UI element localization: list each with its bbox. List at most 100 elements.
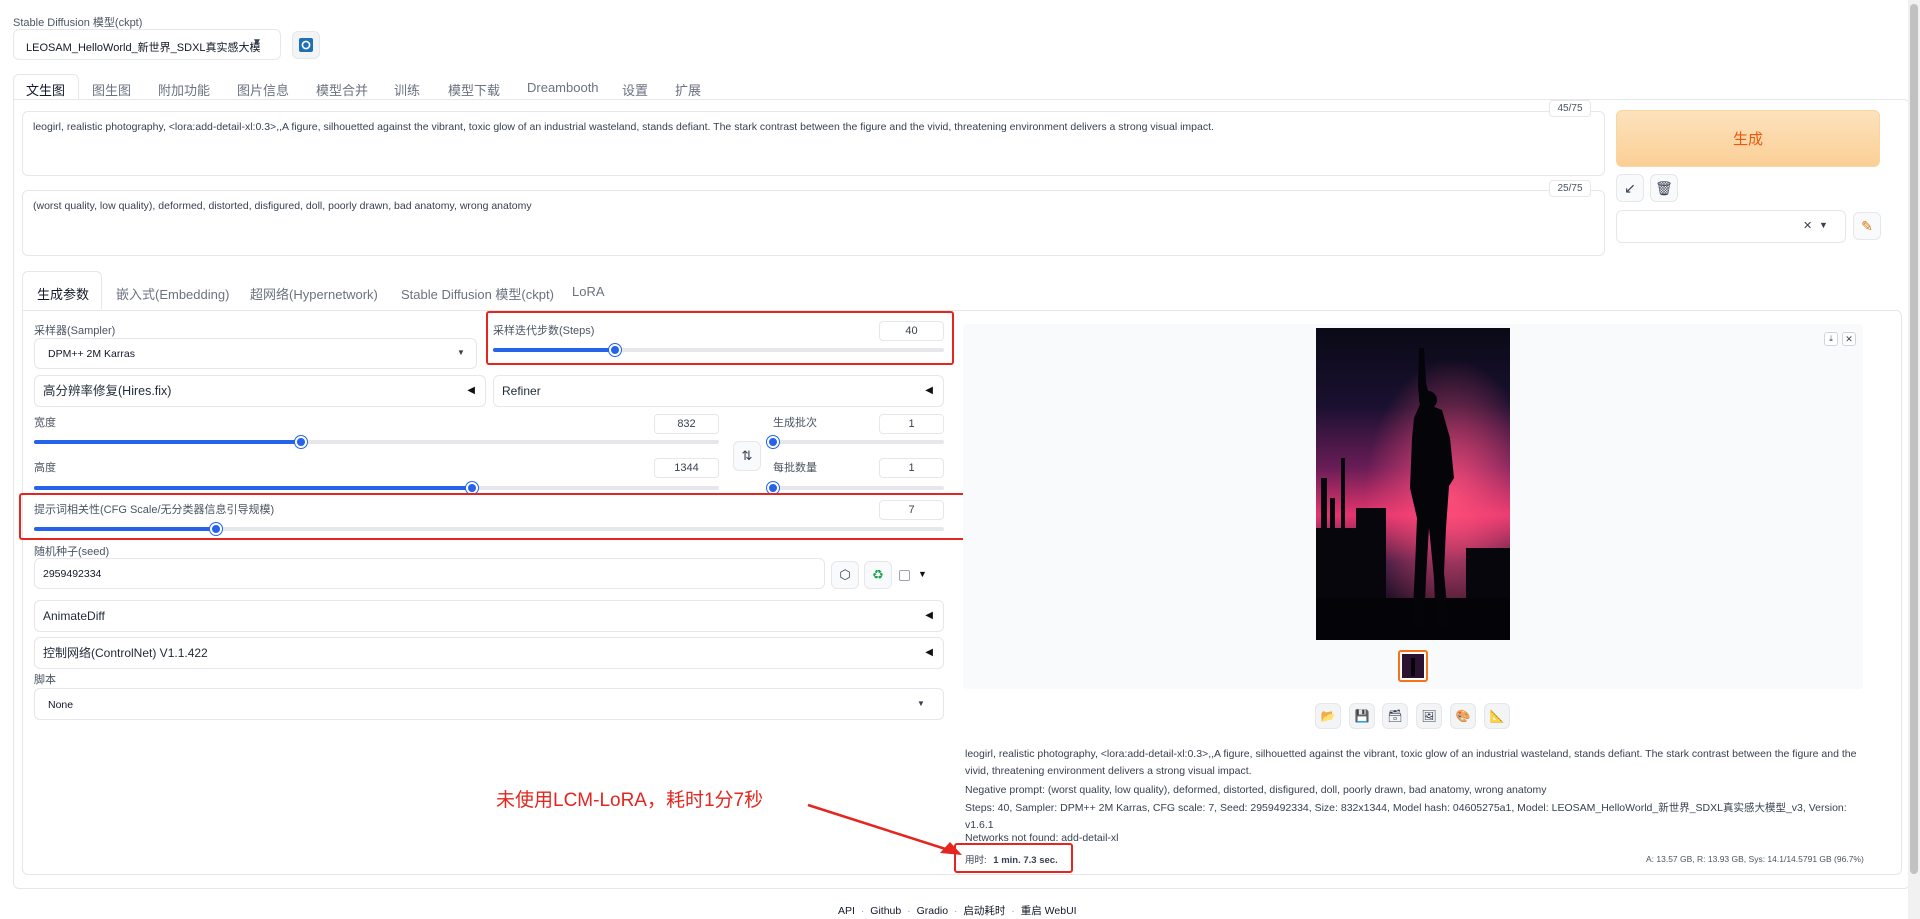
collapse-triangle-icon: ◀: [925, 610, 933, 621]
subtab-checkpoints[interactable]: Stable Diffusion 模型(ckpt): [401, 284, 554, 303]
width-slider-fill: [34, 440, 302, 444]
download-icon[interactable]: ⤓: [1824, 332, 1838, 346]
trash-icon: 🗑: [1655, 179, 1673, 196]
model-label: Stable Diffusion 模型(ckpt): [13, 17, 143, 29]
send-to-extras-button[interactable]: 📐: [1484, 703, 1510, 729]
prompt-textarea[interactable]: leogirl, realistic photography, <lora:ad…: [22, 111, 1605, 176]
time-highlight: [954, 843, 1073, 873]
tab-train[interactable]: 训练: [394, 80, 420, 99]
chevron-down-icon: ▼: [917, 699, 925, 708]
negative-prompt-textarea[interactable]: (worst quality, low quality), deformed, …: [22, 190, 1605, 256]
subtab-lora[interactable]: LoRA: [572, 284, 605, 299]
animatediff-accordion[interactable]: AnimateDiff ◀: [34, 600, 944, 632]
model-dropdown[interactable]: LEOSAM_HelloWorld_新世界_SDXL真实感大模 ▼: [13, 29, 281, 60]
output-networks: Networks not found: add-detail-xl: [965, 832, 1119, 844]
swap-dimensions-button[interactable]: ⇅: [733, 441, 761, 471]
controlnet-accordion[interactable]: 控制网络(ControlNet) V1.1.422 ◀: [34, 637, 944, 669]
negative-prompt-text: (worst quality, low quality), deformed, …: [33, 200, 532, 212]
subtab-embedding[interactable]: 嵌入式(Embedding): [116, 284, 229, 303]
batch-count-label: 生成批次: [773, 417, 817, 429]
gallery-thumbnail[interactable]: [1398, 650, 1428, 682]
height-label: 高度: [34, 462, 56, 474]
subtab-hypernetwork[interactable]: 超网络(Hypernetwork): [250, 284, 378, 303]
negative-token-counter: 25/75: [1549, 180, 1591, 197]
footer-startup-link[interactable]: 启动耗时: [963, 905, 1005, 917]
chevron-down-icon: ▼: [457, 348, 465, 357]
random-seed-button[interactable]: ⬡: [831, 561, 859, 589]
recycle-icon: ♻: [872, 567, 884, 582]
sampler-dropdown[interactable]: DPM++ 2M Karras ▼: [34, 338, 477, 369]
styles-dropdown[interactable]: ✕ ▼: [1616, 210, 1846, 243]
chevron-down-icon: ▼: [1819, 220, 1828, 230]
footer-gradio-link[interactable]: Gradio: [917, 905, 949, 917]
generated-image[interactable]: [1316, 328, 1510, 640]
tab-extensions[interactable]: 扩展: [675, 80, 701, 99]
footer: API · Github · Gradio · 启动耗时 · 重启 WebUI: [838, 905, 1077, 917]
height-slider[interactable]: [34, 482, 719, 494]
clear-prompt-button[interactable]: 🗑: [1650, 174, 1678, 202]
generate-button[interactable]: 生成: [1616, 110, 1880, 167]
clear-icon[interactable]: ✕: [1803, 219, 1812, 232]
tab-png-info[interactable]: 图片信息: [237, 80, 289, 99]
send-to-inpaint-button[interactable]: 🎨: [1450, 703, 1476, 729]
subtab-generation[interactable]: 生成参数: [37, 284, 89, 303]
batch-count-input[interactable]: 1: [879, 414, 944, 434]
ruler-triangle-icon: 📐: [1489, 709, 1505, 723]
height-input[interactable]: 1344: [654, 458, 719, 478]
refresh-button[interactable]: [292, 31, 320, 59]
annotation-arrow: [807, 803, 962, 855]
tab-extras[interactable]: 附加功能: [158, 80, 210, 99]
collapse-triangle-icon: ◀: [467, 385, 475, 396]
batch-count-slider-handle[interactable]: [767, 436, 779, 448]
scrollbar-thumb[interactable]: [1910, 4, 1918, 874]
hires-fix-accordion[interactable]: 高分辨率修复(Hires.fix) ◀: [34, 375, 486, 407]
pencil-icon: ✎: [1861, 217, 1873, 234]
close-icon[interactable]: ✕: [1842, 332, 1856, 346]
dice-icon: ⬡: [839, 567, 851, 582]
width-slider[interactable]: [34, 436, 719, 448]
collapse-triangle-icon: ◀: [925, 647, 933, 658]
tab-img2img[interactable]: 图生图: [92, 80, 131, 99]
batch-size-input[interactable]: 1: [879, 458, 944, 478]
model-value: LEOSAM_HelloWorld_新世界_SDXL真实感大模: [26, 42, 261, 54]
thumbnail-image: [1402, 654, 1424, 678]
reuse-seed-button[interactable]: ♻: [864, 561, 892, 589]
footer-reload-link[interactable]: 重启 WebUI: [1021, 905, 1077, 917]
tab-model-download[interactable]: 模型下载: [448, 80, 500, 99]
tab-dreambooth[interactable]: Dreambooth: [527, 80, 599, 95]
script-dropdown[interactable]: None ▼: [34, 688, 944, 720]
save-button[interactable]: 💾: [1349, 703, 1375, 729]
width-input[interactable]: 832: [654, 414, 719, 434]
steps-highlight: [486, 311, 954, 365]
tab-txt2img[interactable]: 文生图: [26, 80, 65, 99]
script-label: 脚本: [34, 674, 56, 686]
output-params: Steps: 40, Sampler: DPM++ 2M Karras, CFG…: [965, 802, 1847, 831]
footer-api-link[interactable]: API: [838, 905, 855, 917]
expand-triangle-icon[interactable]: ▼: [918, 569, 927, 579]
refresh-icon: [299, 38, 313, 52]
footer-github-link[interactable]: Github: [870, 905, 901, 917]
sampler-value: DPM++ 2M Karras: [48, 348, 135, 360]
batch-count-slider[interactable]: [767, 436, 944, 448]
palette-icon: 🎨: [1455, 709, 1471, 723]
batch-size-slider[interactable]: [767, 482, 944, 494]
animatediff-label: AnimateDiff: [43, 609, 105, 623]
seed-input[interactable]: 2959492334: [34, 558, 825, 589]
tab-checkpoint-merger[interactable]: 模型合并: [316, 80, 368, 99]
chevron-down-icon: ▼: [252, 37, 262, 48]
tab-settings[interactable]: 设置: [622, 80, 648, 99]
send-to-img2img-button[interactable]: 🖼: [1416, 703, 1442, 729]
prompt-text: leogirl, realistic photography, <lora:ad…: [33, 121, 1214, 133]
image-icon: 🖼: [1421, 709, 1437, 723]
extra-seed-checkbox[interactable]: [899, 570, 910, 581]
read-params-button[interactable]: ↙: [1616, 174, 1644, 202]
open-folder-button[interactable]: 📂: [1315, 703, 1341, 729]
zip-button[interactable]: 🗃: [1382, 703, 1408, 729]
cfg-highlight: [19, 493, 967, 540]
refiner-accordion[interactable]: Refiner ◀: [493, 375, 944, 407]
edit-styles-button[interactable]: ✎: [1853, 212, 1881, 240]
scrollbar[interactable]: [1908, 0, 1920, 919]
script-value: None: [48, 699, 74, 711]
height-slider-fill: [34, 486, 473, 490]
width-label: 宽度: [34, 417, 56, 429]
